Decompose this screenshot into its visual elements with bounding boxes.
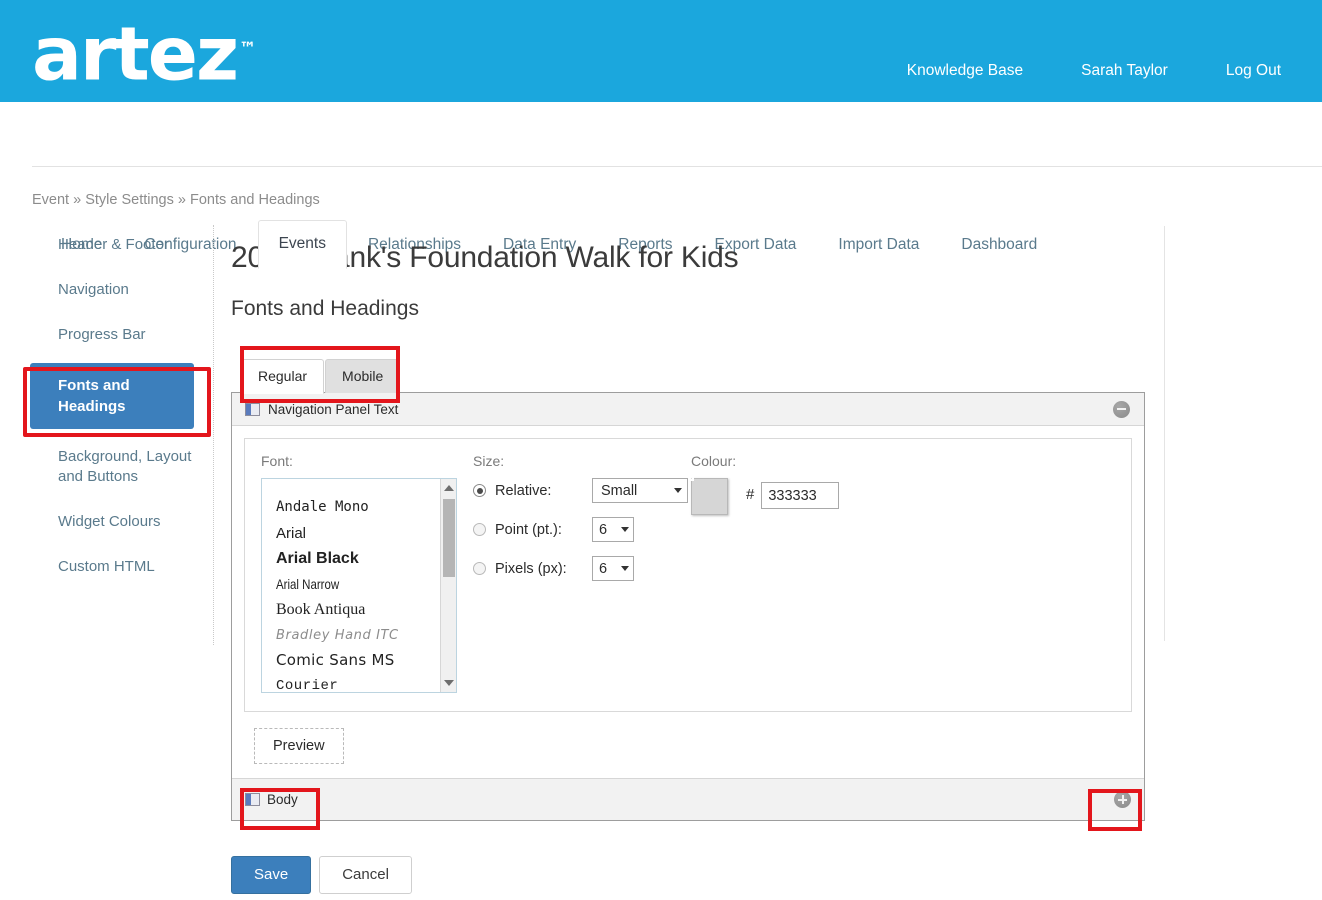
sidebar-divider	[213, 225, 214, 645]
radio-point[interactable]	[473, 523, 486, 536]
label-point: Point (pt.):	[495, 521, 562, 538]
form-actions: Save Cancel	[231, 856, 412, 894]
select-pixel-size-value: 6	[599, 560, 608, 577]
colour-swatch-button[interactable]	[691, 478, 728, 515]
hash-symbol: #	[746, 486, 755, 503]
font-listbox[interactable]: Andale Mono Arial Arial Black Arial Narr…	[261, 478, 457, 693]
colour-label: Colour:	[691, 453, 737, 469]
view-tab-strip: Regular Mobile	[241, 359, 1151, 394]
font-option-bradley-hand-itc[interactable]: Bradley Hand ITC	[276, 623, 456, 649]
sidebar-item-background-layout-buttons[interactable]: Background, Layout and Buttons	[30, 440, 213, 494]
tab-mobile[interactable]: Mobile	[325, 359, 401, 393]
sidebar-item-fonts-and-headings[interactable]: Fonts and Headings	[30, 363, 194, 429]
logo-wordmark: artez	[32, 11, 239, 98]
app-page: artez ™ Knowledge Base Sarah Taylor Log O…	[0, 0, 1322, 900]
radio-pixels[interactable]	[473, 562, 486, 575]
sidebar-item-navigation[interactable]: Navigation	[30, 273, 213, 307]
font-option-courier[interactable]: Courier	[276, 674, 456, 693]
page-title: 2017 Frank's Foundation Walk for Kids	[231, 241, 739, 274]
sidebar-item-progress-bar[interactable]: Progress Bar	[30, 318, 213, 352]
scroll-up-arrow-icon[interactable]	[441, 480, 456, 496]
fonts-accordion-panel: Navigation Panel Text Font: Andale Mono …	[231, 392, 1145, 821]
select-relative-size[interactable]: Small	[592, 478, 688, 503]
hex-colour-input[interactable]	[761, 482, 840, 509]
artez-logo[interactable]: artez ™	[32, 8, 256, 96]
select-relative-size-value: Small	[601, 482, 638, 499]
logo-trademark: ™	[239, 39, 257, 59]
preview-button[interactable]: Preview	[254, 728, 344, 764]
header-links: Knowledge Base Sarah Taylor Log Out	[878, 62, 1310, 80]
breadcrumb: Event » Style Settings » Fonts and Headi…	[32, 192, 320, 208]
label-pixels: Pixels (px):	[495, 560, 567, 577]
select-point-size[interactable]: 6	[592, 517, 634, 542]
content-right-divider	[1164, 226, 1165, 641]
font-listbox-scrollbar[interactable]	[440, 479, 456, 692]
size-column: Size: Relative: Small Point (pt.): 6 Pix…	[473, 453, 691, 693]
content-area: 2017 Frank's Foundation Walk for Kids Fo…	[231, 240, 1161, 322]
accordion-body: Font: Andale Mono Arial Arial Black Aria…	[232, 426, 1144, 820]
panel-icon	[245, 402, 260, 416]
colour-row: #	[691, 478, 991, 515]
chevron-down-icon	[621, 566, 629, 571]
main-navigation: Home Configuration Events Relationships …	[0, 102, 1322, 269]
radio-relative[interactable]	[473, 484, 486, 497]
colour-column: Colour: #	[691, 453, 991, 693]
style-settings-sidebar: Header & Footer Navigation Progress Bar …	[30, 228, 213, 595]
select-point-size-value: 6	[599, 521, 608, 538]
accordion-header-navigation-panel-text[interactable]: Navigation Panel Text	[232, 393, 1144, 426]
label-relative: Relative:	[495, 482, 552, 499]
font-option-arial[interactable]: Arial	[276, 521, 456, 547]
page-subtitle: Fonts and Headings	[231, 297, 419, 320]
accordion-body-left: Body	[245, 792, 298, 807]
tab-regular[interactable]: Regular	[241, 359, 325, 394]
scroll-down-arrow-icon[interactable]	[441, 675, 456, 691]
link-knowledge-base[interactable]: Knowledge Base	[878, 62, 1052, 80]
size-row-point: Point (pt.): 6	[473, 517, 691, 542]
size-row-pixels: Pixels (px): 6	[473, 556, 691, 581]
accordion-header-body[interactable]: Body	[232, 778, 1144, 820]
minus-circle-icon[interactable]	[1113, 400, 1130, 418]
font-option-book-antiqua[interactable]: Book Antiqua	[276, 597, 456, 623]
sidebar-item-header-footer[interactable]: Header & Footer	[30, 228, 213, 262]
nav-underline	[32, 166, 1322, 167]
plus-circle-icon[interactable]	[1114, 791, 1131, 808]
accordion-title: Navigation Panel Text	[268, 401, 399, 417]
font-option-arial-black[interactable]: Arial Black	[276, 546, 456, 572]
select-pixel-size[interactable]: 6	[592, 556, 634, 581]
save-button[interactable]: Save	[231, 856, 312, 894]
font-option-andale-mono[interactable]: Andale Mono	[276, 495, 456, 521]
link-user-account[interactable]: Sarah Taylor	[1052, 62, 1197, 80]
nav-tab-events[interactable]: Events	[257, 220, 347, 269]
cancel-button[interactable]: Cancel	[319, 856, 412, 894]
link-log-out[interactable]: Log Out	[1197, 62, 1310, 80]
font-column: Font: Andale Mono Arial Arial Black Aria…	[261, 453, 473, 693]
font-label: Font:	[261, 453, 293, 469]
font-listbox-items: Andale Mono Arial Arial Black Arial Narr…	[262, 479, 456, 693]
chevron-down-icon	[674, 488, 682, 493]
font-option-comic-sans-ms[interactable]: Comic Sans MS	[276, 648, 456, 674]
size-row-relative: Relative: Small	[473, 478, 691, 503]
accordion-body-title: Body	[267, 792, 298, 807]
font-settings-box: Font: Andale Mono Arial Arial Black Aria…	[244, 438, 1132, 712]
size-label: Size:	[473, 453, 505, 469]
panel-icon	[245, 793, 260, 806]
sidebar-item-custom-html[interactable]: Custom HTML	[30, 550, 213, 584]
view-tabs: Regular Mobile	[241, 359, 1151, 394]
scrollbar-thumb[interactable]	[443, 499, 455, 577]
accordion-header-left: Navigation Panel Text	[245, 402, 398, 417]
font-option-arial-narrow[interactable]: Arial Narrow	[276, 572, 424, 598]
sidebar-item-widget-colours[interactable]: Widget Colours	[30, 505, 213, 539]
chevron-down-icon	[621, 527, 629, 532]
brand-header: artez ™ Knowledge Base Sarah Taylor Log O…	[0, 0, 1322, 102]
